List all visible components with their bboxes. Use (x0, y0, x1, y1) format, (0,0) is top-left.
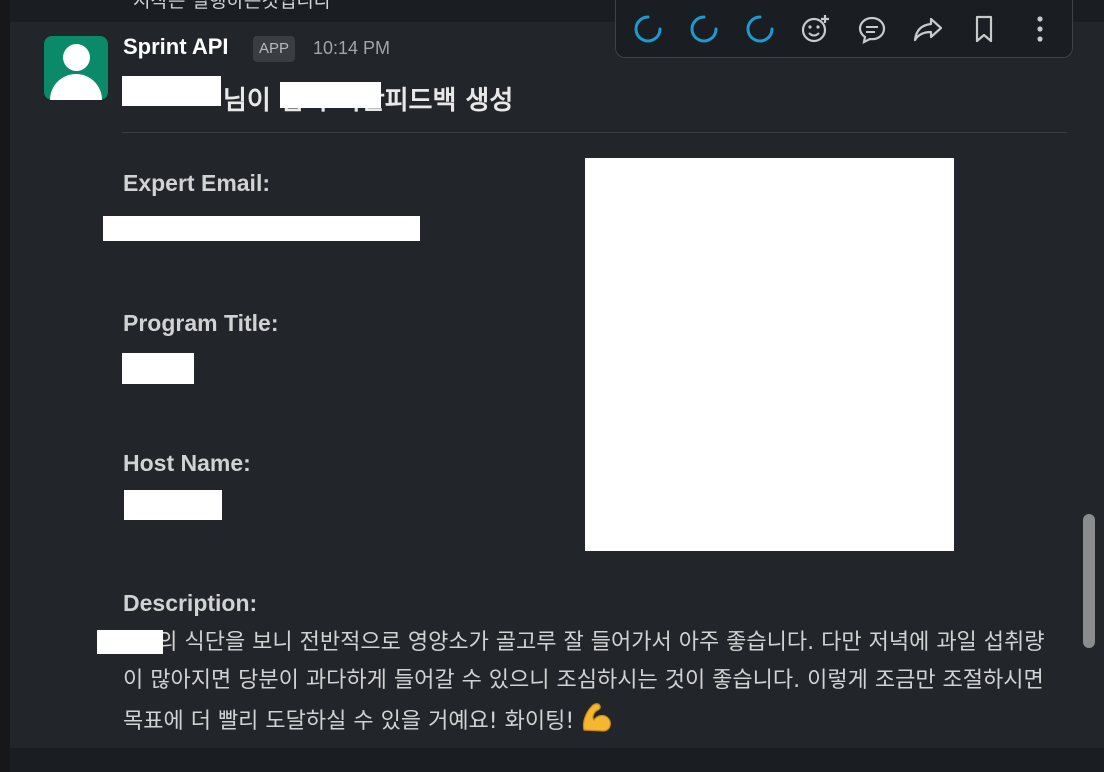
next-message-row (10, 748, 1104, 772)
redaction-box-headline-2 (280, 82, 381, 108)
description-text-block: 님의 식단을 보니 전반적으로 영양소가 골고루 잘 들어가서 아주 좋습니다.… (123, 624, 1063, 741)
redaction-box-program-title (122, 353, 194, 384)
avatar-body-shape (50, 74, 102, 100)
more-actions-icon[interactable] (1016, 7, 1064, 51)
loading-icon[interactable] (624, 7, 672, 51)
program-title-label: Program Title: (123, 310, 279, 336)
avatar-head-shape (63, 44, 90, 71)
redaction-box-description (97, 630, 163, 654)
redacted-attachment-image[interactable] (585, 158, 954, 551)
redaction-box-host-name (124, 490, 222, 520)
header-divider (122, 132, 1067, 133)
redaction-box-email (103, 216, 420, 241)
avatar[interactable] (44, 36, 108, 100)
loading-icon[interactable] (736, 7, 784, 51)
message-actions-toolbar (615, 0, 1073, 58)
expert-email-label: Expert Email: (123, 170, 270, 196)
add-reaction-icon[interactable] (792, 7, 840, 51)
flexed-biceps-icon (583, 703, 612, 732)
message-timestamp[interactable]: 10:14 PM (313, 38, 390, 59)
previous-message-text: 시작은 실행하는것입니다 ^^ (133, 0, 370, 12)
loading-icon[interactable] (680, 7, 728, 51)
scrollbar-thumb[interactable] (1083, 514, 1095, 648)
description-label: Description: (123, 590, 258, 616)
share-icon[interactable] (904, 7, 952, 51)
redaction-box-headline-1 (122, 76, 221, 106)
reply-in-thread-icon[interactable] (848, 7, 896, 51)
host-name-label: Host Name: (123, 450, 251, 476)
sender-name[interactable]: Sprint API (123, 34, 229, 60)
bookmark-icon[interactable] (960, 7, 1008, 51)
message-pane: 시작은 실행하는것입니다 ^^ Sprint API APP 10:14 PM … (10, 0, 1104, 772)
app-badge: APP (253, 36, 296, 62)
